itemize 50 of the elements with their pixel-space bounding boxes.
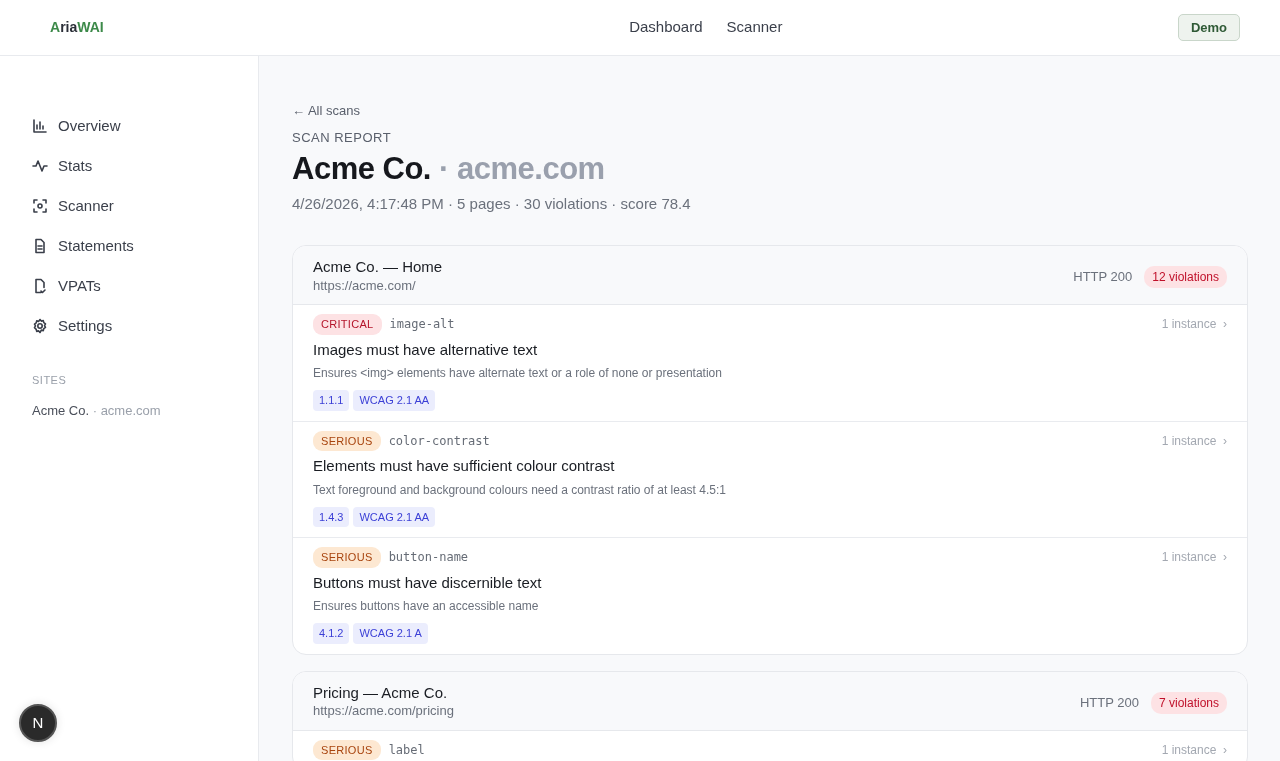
gear-icon [32,318,48,334]
file-check-icon [32,278,48,294]
logo[interactable]: AriaWAI [50,17,104,38]
page-title-text: Pricing — Acme Co. [313,684,449,702]
violation-description: Ensures <img> elements have alternate text or a role of none or presentation [313,365,723,383]
sidebar-item[interactable]: Statements [32,226,258,266]
http-status: HTTP 200 [1079,693,1139,712]
severity-label: SERIOUS [313,739,381,761]
sidebar-item[interactable]: Stats [32,146,258,186]
site-link[interactable]: Acme Co. · acme.com [32,400,258,420]
rule-id: color-contrast [388,432,490,450]
rule-id: image-alt [389,316,455,334]
wcag-tag: 4.1.2 [313,623,350,644]
http-status: HTTP 200 [1073,268,1133,287]
scan-summary: 4/26/2026, 4:17:48 PM · 5 pages · 30 violations · score 78.4 [292,193,692,214]
violation-count: 12 violations [1144,266,1227,289]
wcag-tag: WCAG 2.1 AA [353,390,436,411]
wcag-tag: 1.4.3 [313,506,350,528]
severity-label: SERIOUS [313,430,381,452]
page-title: Acme Co. · acme.com [292,149,606,187]
sidebar-item[interactable]: Overview [32,106,258,146]
pulse-icon [32,158,48,174]
demo-button[interactable]: Demo [1177,13,1240,42]
page-title-text: Acme Co. — Home [313,259,443,276]
wcag-tag: WCAG 2.1 AA [353,506,436,528]
sidebar-item[interactable]: Settings [32,306,258,346]
violation-title: Images must have alternative text [313,339,539,360]
eyebrow-label: SCAN REPORT [292,129,393,147]
rule-id: label [388,741,425,759]
document-icon [32,238,48,254]
section-heading: SITES [32,373,68,388]
severity-label: SERIOUS [313,547,381,568]
wcag-tag: WCAG 2.1 A [353,623,428,644]
back-link[interactable]: ← All scans [292,103,360,118]
page-url: https://acme.com/ [313,276,417,295]
scan-icon [32,198,48,214]
sidebar-item[interactable]: Scanner [32,186,258,226]
page-url: https://acme.com/pricing [313,702,454,721]
nav-link[interactable]: Dashboard [629,16,703,39]
nav-link[interactable]: Scanner [726,16,783,39]
violation-description: Text foreground and background colours need a contrast ratio of at least 4.5:1 [313,481,727,499]
severity-label: CRITICAL [313,314,382,335]
violation-count: 7 violations [1150,691,1227,714]
violation-title: Buttons must have discernible text [313,572,543,593]
chart-icon [32,118,48,134]
violation-description: Ensures buttons have an accessible name [313,598,540,616]
sidebar-item[interactable]: VPATs [32,266,258,306]
rule-id: button-name [388,549,469,567]
violation-title: Elements must have sufficient colour contrast [313,456,616,477]
wcag-tag: 1.1.1 [313,390,350,411]
